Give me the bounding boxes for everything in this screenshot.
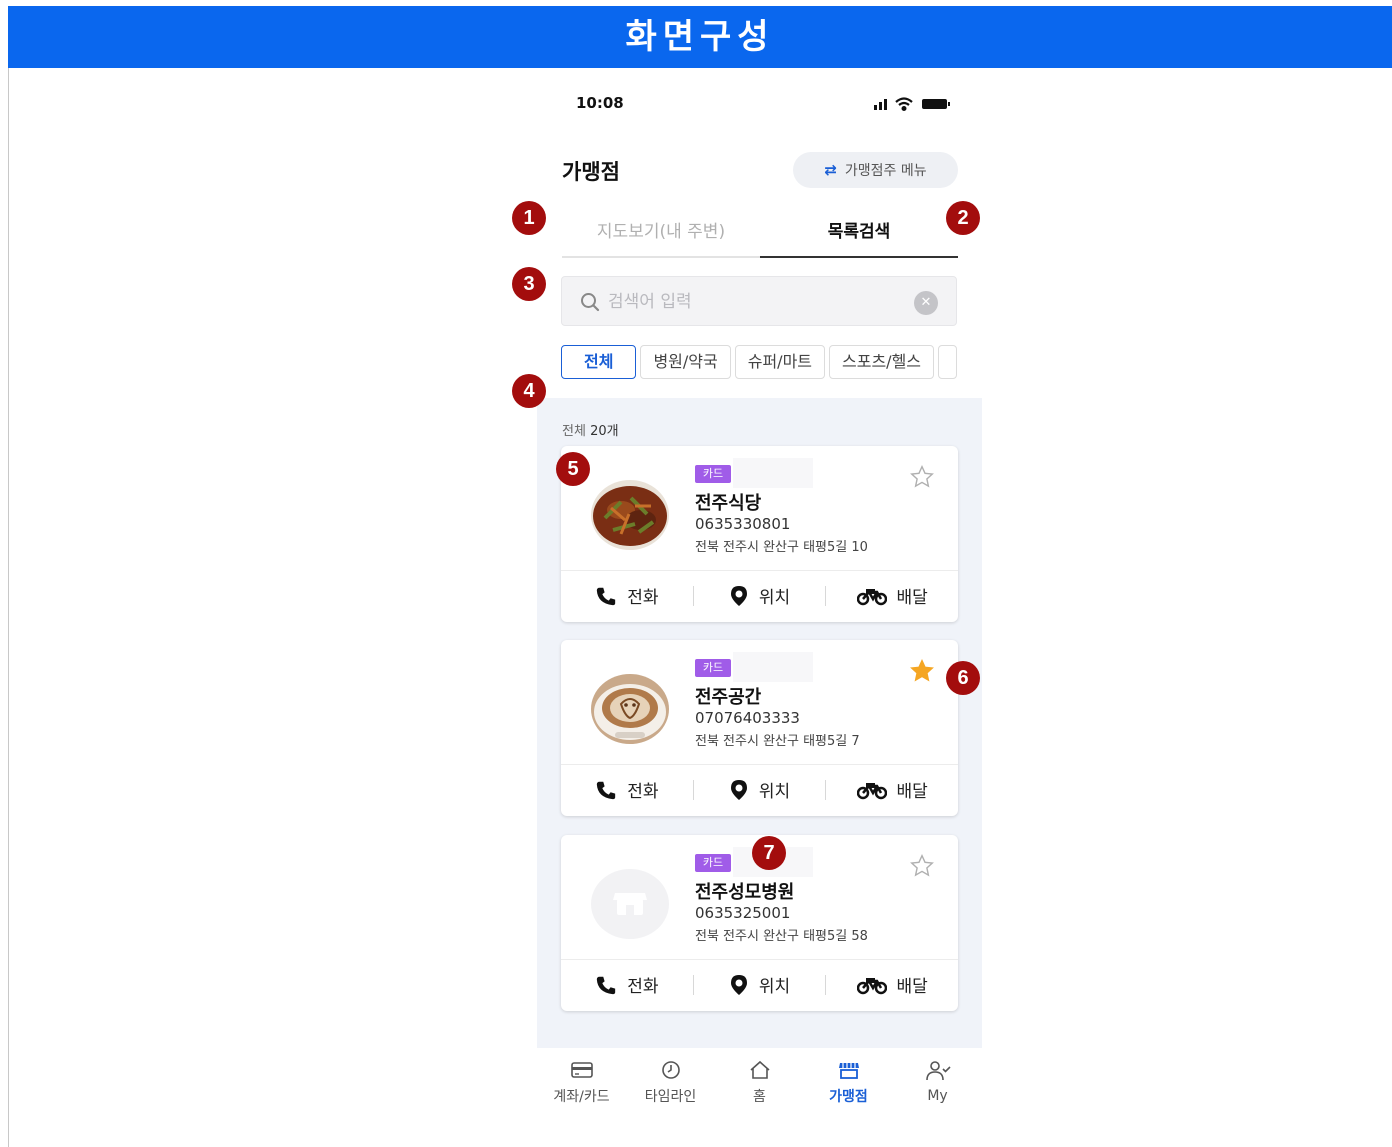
swap-icon: ⇄ xyxy=(824,161,837,179)
favorite-star-icon[interactable] xyxy=(909,853,935,879)
clock-icon xyxy=(661,1061,680,1079)
call-button[interactable]: 전화 xyxy=(561,972,693,997)
store-thumbnail-placeholder xyxy=(591,869,669,939)
user-check-icon xyxy=(925,1061,951,1081)
nav-item-store[interactable]: 가맹점 xyxy=(804,1048,893,1122)
location-pin-icon xyxy=(730,974,747,995)
card-badge: 카드 xyxy=(695,854,731,872)
delivery-button[interactable]: 배달 xyxy=(826,972,958,997)
location-pin-icon xyxy=(730,585,747,606)
store-name: 전주식당 xyxy=(695,493,762,514)
location-button[interactable]: 위치 xyxy=(694,583,826,608)
card-badge: 카드 xyxy=(695,465,731,483)
status-icons xyxy=(874,97,950,112)
location-button[interactable]: 위치 xyxy=(694,972,826,997)
call-button[interactable]: 전화 xyxy=(561,777,693,802)
phone-icon xyxy=(597,781,616,799)
card-badge: 카드 xyxy=(695,659,731,677)
clear-icon[interactable]: ✕ xyxy=(914,291,938,315)
nav-item-timeline[interactable]: 타임라인 xyxy=(626,1048,715,1122)
store-address: 전북 전주시 완산구 태평5길 7 xyxy=(695,734,860,749)
store-name: 전주성모병원 xyxy=(695,882,795,903)
location-button[interactable]: 위치 xyxy=(694,777,826,802)
search-icon xyxy=(581,293,600,312)
store-actions: 전화 위치 배달 xyxy=(561,570,958,620)
annotation-marker-3: 3 xyxy=(512,267,546,301)
store-address: 전북 전주시 완산구 태평5길 10 xyxy=(695,540,868,555)
phone-icon xyxy=(597,587,616,605)
phone-icon xyxy=(597,976,616,994)
delivery-button[interactable]: 배달 xyxy=(826,777,958,802)
store-placeholder-icon xyxy=(613,893,647,915)
store-card[interactable]: 카드 전주공간 07076403333 전북 전주시 완산구 태평5길 7 전화… xyxy=(561,640,958,816)
call-button[interactable]: 전화 xyxy=(561,583,693,608)
store-actions: 전화 위치 배달 xyxy=(561,959,958,1009)
store-thumbnail xyxy=(591,480,669,550)
nav-item-account-card[interactable]: 계좌/카드 xyxy=(537,1048,626,1122)
store-name: 전주공간 xyxy=(695,687,762,708)
wifi-icon xyxy=(895,97,913,112)
annotation-marker-5: 5 xyxy=(556,452,590,486)
tab-list-search[interactable]: 목록검색 xyxy=(760,210,958,258)
annotation-marker-1: 1 xyxy=(512,201,546,235)
signal-icon xyxy=(874,99,887,110)
home-icon xyxy=(749,1060,770,1079)
motorcycle-icon xyxy=(856,977,887,994)
filter-chip-sports[interactable]: 스포츠/헬스 xyxy=(829,345,935,379)
filter-chip-supermarket[interactable]: 슈퍼/마트 xyxy=(734,345,826,379)
favorite-star-icon[interactable] xyxy=(909,464,935,490)
owner-menu-button[interactable]: ⇄ 가맹점주 메뉴 xyxy=(793,152,958,188)
bottom-nav: 계좌/카드 타임라인 홈 가맹점 My xyxy=(537,1048,982,1122)
store-thumbnail xyxy=(591,674,669,744)
search-input[interactable] xyxy=(608,287,898,317)
nav-item-my[interactable]: My xyxy=(893,1048,982,1122)
store-actions: 전화 위치 배달 xyxy=(561,764,958,814)
store-card[interactable]: 카드 전주식당 0635330801 전북 전주시 완산구 태평5길 10 전화… xyxy=(561,446,958,622)
store-address: 전북 전주시 완산구 태평5길 58 xyxy=(695,929,868,944)
card-icon xyxy=(570,1062,593,1078)
section-banner: 화면구성 xyxy=(8,6,1392,68)
store-phone: 0635330801 xyxy=(695,515,791,533)
favorite-star-icon[interactable] xyxy=(909,658,935,684)
annotation-marker-4: 4 xyxy=(512,374,546,408)
page-title: 가맹점 xyxy=(562,160,620,184)
category-filter-bar: 전체 병원/약국 슈퍼/마트 스포츠/헬스 xyxy=(561,345,982,381)
filter-chip-all[interactable]: 전체 xyxy=(561,345,637,379)
delivery-button[interactable]: 배달 xyxy=(826,583,958,608)
annotation-marker-2: 2 xyxy=(946,201,980,235)
annotation-marker-7: 7 xyxy=(752,836,786,870)
store-phone: 0635325001 xyxy=(695,904,791,922)
store-icon xyxy=(838,1063,859,1079)
search-box: ✕ xyxy=(561,276,957,326)
store-phone: 07076403333 xyxy=(695,709,800,727)
nav-item-home[interactable]: 홈 xyxy=(715,1048,804,1122)
result-count: 전체 20개 xyxy=(562,424,619,439)
owner-menu-label: 가맹점주 메뉴 xyxy=(844,163,927,179)
filter-chip-more[interactable] xyxy=(938,345,958,379)
motorcycle-icon xyxy=(856,782,887,799)
location-pin-icon xyxy=(730,779,747,800)
filter-chip-hospital[interactable]: 병원/약국 xyxy=(640,345,731,379)
annotation-marker-6: 6 xyxy=(946,661,980,695)
status-time: 10:08 xyxy=(576,94,624,112)
motorcycle-icon xyxy=(856,588,887,605)
battery-icon xyxy=(922,99,950,109)
tab-map-view[interactable]: 지도보기(내 주변) xyxy=(562,210,760,258)
